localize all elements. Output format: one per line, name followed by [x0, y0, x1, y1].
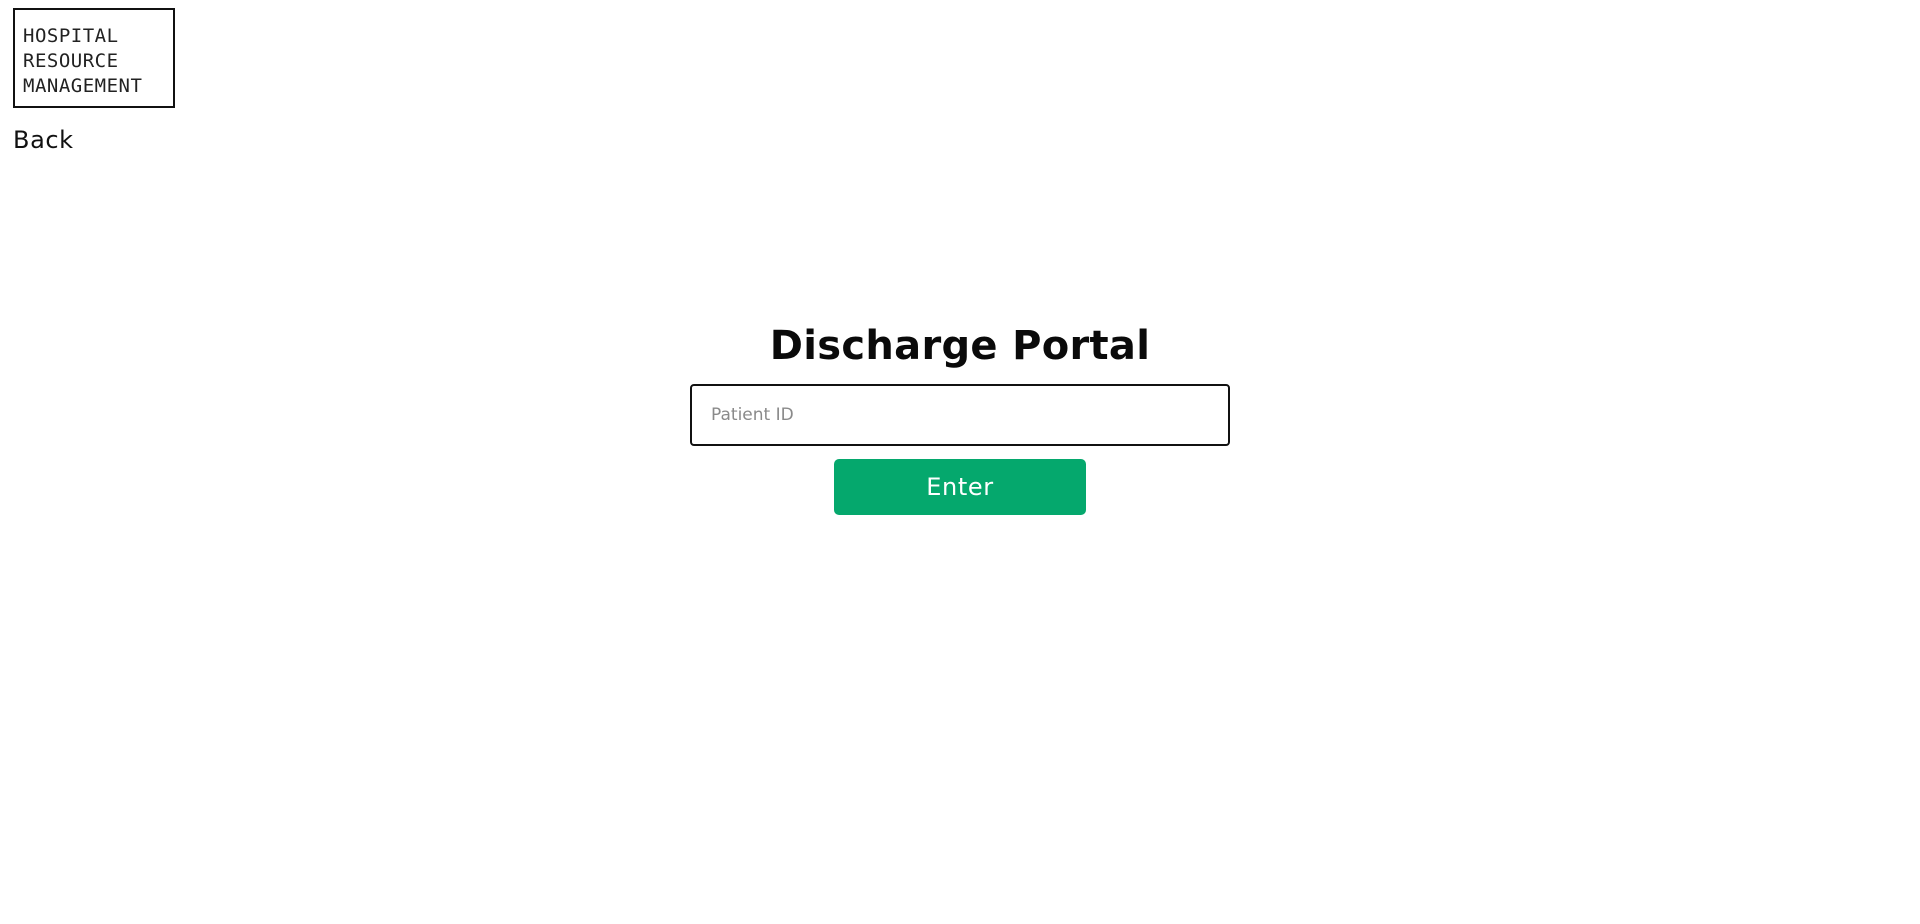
patient-id-input[interactable]: [690, 384, 1230, 446]
logo-line-1: HOSPITAL: [23, 25, 119, 47]
page-title: Discharge Portal: [769, 323, 1151, 369]
logo-line-3: MANAGEMENT: [23, 75, 143, 97]
app-logo: HOSPITAL RESOURCE MANAGEMENT: [13, 8, 175, 108]
enter-button[interactable]: Enter: [834, 459, 1086, 515]
back-link[interactable]: Back: [13, 126, 74, 154]
discharge-portal: Discharge Portal Enter: [0, 318, 1920, 515]
logo-line-2: RESOURCE: [23, 50, 119, 72]
